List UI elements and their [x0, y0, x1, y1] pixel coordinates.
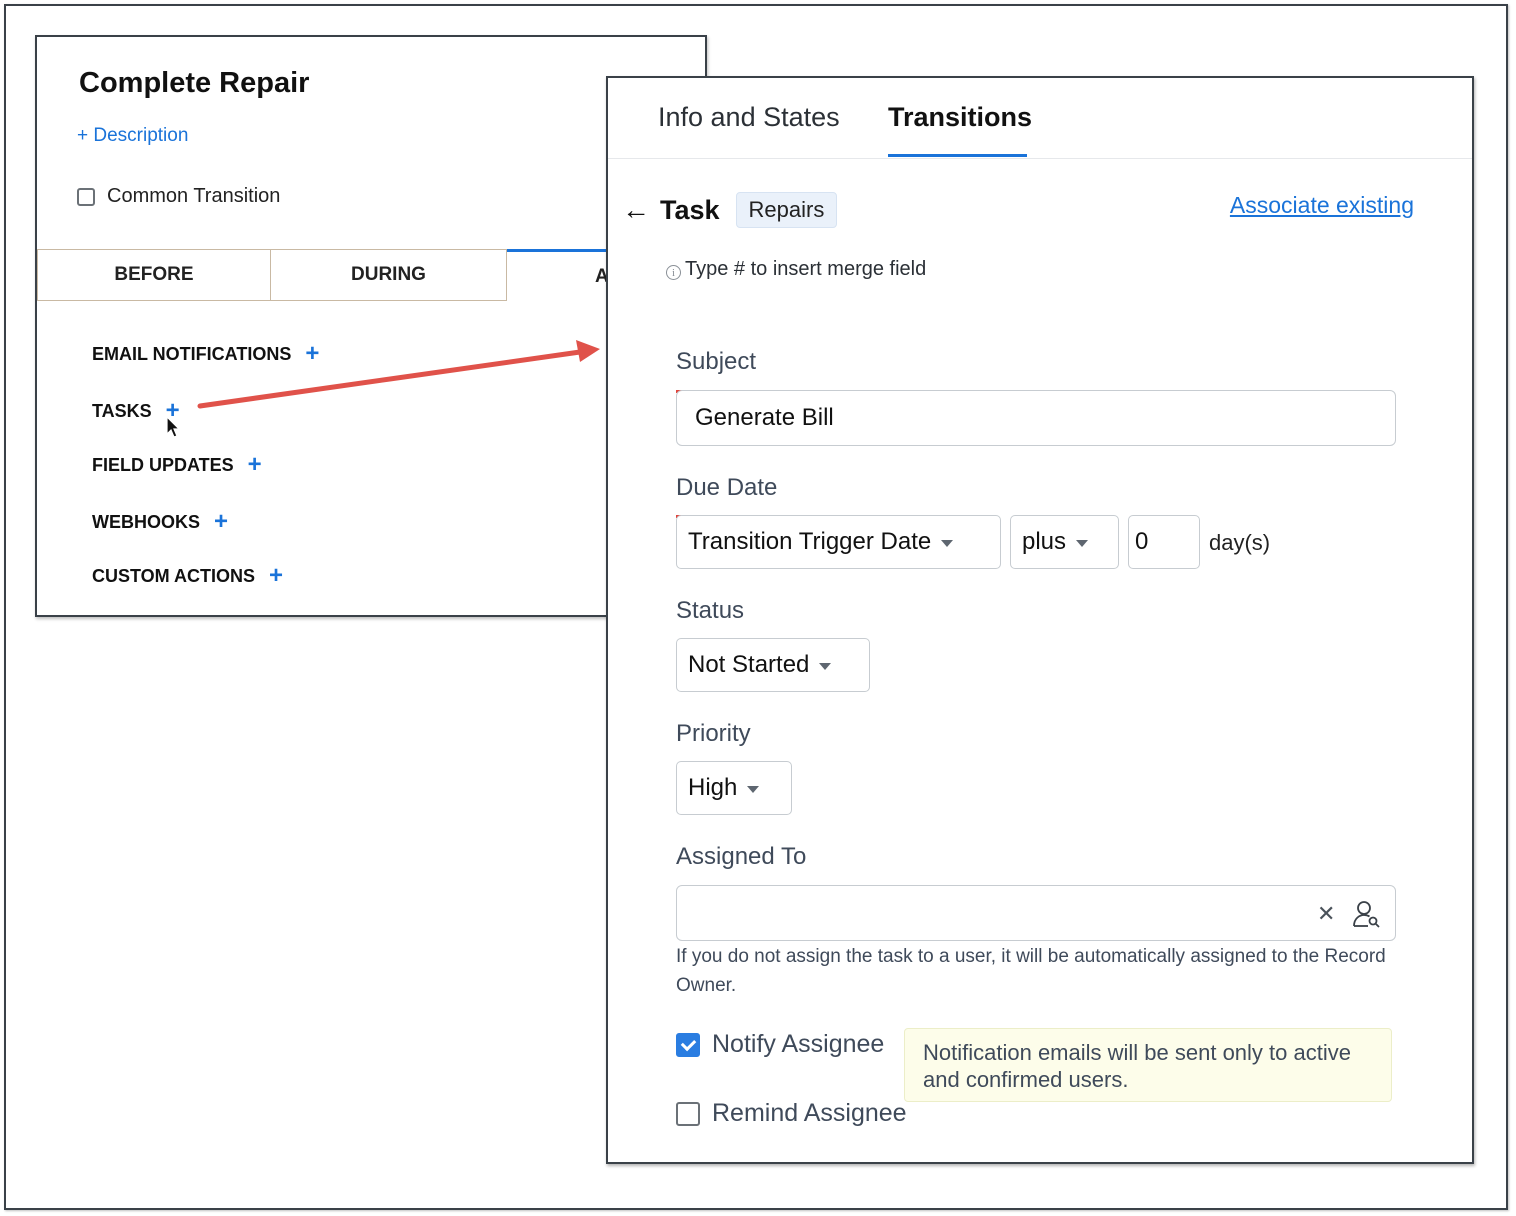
- assigned-to-input[interactable]: [676, 885, 1396, 941]
- section-label: CUSTOM ACTIONS: [92, 565, 256, 586]
- common-transition-row[interactable]: Common Transition: [77, 185, 280, 208]
- remind-assignee-checkbox[interactable]: [676, 1101, 700, 1126]
- section-label: FIELD UPDATES: [92, 454, 234, 475]
- task-header: ← Task Repairs: [622, 192, 838, 228]
- priority-select[interactable]: High: [676, 761, 792, 815]
- module-badge: Repairs: [735, 192, 838, 228]
- remind-assignee-label: Remind Assignee: [712, 1099, 907, 1127]
- tab-info-and-states[interactable]: Info and States: [658, 102, 840, 133]
- remind-assignee-row[interactable]: Remind Assignee: [676, 1099, 907, 1128]
- plus-icon[interactable]: +: [248, 453, 262, 477]
- transition-title: Complete Repair: [79, 67, 310, 99]
- common-transition-checkbox[interactable]: [77, 187, 95, 206]
- due-date-operator-select[interactable]: plus: [1010, 515, 1119, 569]
- subject-input[interactable]: Generate Bill: [676, 390, 1396, 446]
- caret-down-icon: [1076, 539, 1089, 547]
- section-custom-actions: CUSTOM ACTIONS +: [92, 564, 283, 588]
- caret-down-icon: [819, 662, 832, 670]
- due-date-unit: day(s): [1209, 530, 1271, 555]
- due-date-base-select[interactable]: Transition Trigger Date: [676, 515, 1001, 569]
- merge-hint-text: Type # to insert merge field: [685, 258, 927, 280]
- info-icon: i: [666, 265, 681, 280]
- panel-tabs: Info and States Transitions: [608, 78, 1472, 159]
- tab-transitions[interactable]: Transitions: [888, 102, 1032, 133]
- notify-assignee-row[interactable]: Notify Assignee: [676, 1030, 884, 1059]
- section-label: WEBHOOKS: [92, 511, 200, 532]
- tab-during[interactable]: DURING: [270, 249, 507, 301]
- clear-icon[interactable]: ✕: [1317, 901, 1335, 927]
- associate-existing-link[interactable]: Associate existing: [1230, 192, 1414, 219]
- caret-down-icon: [941, 539, 954, 547]
- active-tab-indicator: [888, 154, 1027, 157]
- merge-field-hint: i Type # to insert merge field: [666, 258, 926, 281]
- tab-before[interactable]: BEFORE: [37, 249, 271, 301]
- add-description-link[interactable]: + Description: [77, 125, 188, 147]
- notify-assignee-checkbox[interactable]: [676, 1032, 700, 1057]
- task-panel: Info and States Transitions ← Task Repai…: [606, 76, 1474, 1164]
- due-date-offset-input[interactable]: 0: [1128, 515, 1200, 569]
- user-search-icon[interactable]: [1352, 899, 1382, 929]
- section-label: EMAIL NOTIFICATIONS: [92, 343, 292, 364]
- section-email-notifications: EMAIL NOTIFICATIONS +: [92, 342, 319, 366]
- mouse-cursor-icon: [166, 416, 181, 438]
- assigned-to-label: Assigned To: [676, 843, 807, 870]
- section-webhooks: WEBHOOKS +: [92, 510, 228, 534]
- common-transition-label: Common Transition: [107, 185, 281, 207]
- due-date-label: Due Date: [676, 474, 778, 501]
- due-date-base-value: Transition Trigger Date: [688, 528, 932, 555]
- caret-down-icon: [747, 785, 760, 793]
- status-value: Not Started: [688, 651, 810, 678]
- task-title: Task: [660, 194, 720, 225]
- subject-label: Subject: [676, 348, 757, 375]
- plus-icon[interactable]: +: [269, 564, 283, 588]
- priority-label: Priority: [676, 720, 751, 747]
- section-label: TASKS: [92, 400, 152, 421]
- section-field-updates: FIELD UPDATES +: [92, 453, 262, 477]
- notify-tooltip: Notification emails will be sent only to…: [904, 1028, 1392, 1102]
- priority-value: High: [688, 774, 738, 801]
- notify-assignee-label: Notify Assignee: [712, 1030, 885, 1058]
- status-label: Status: [676, 597, 745, 624]
- plus-icon[interactable]: +: [305, 342, 319, 366]
- plus-icon[interactable]: +: [214, 510, 228, 534]
- assigned-to-helper: If you do not assign the task to a user,…: [676, 946, 1386, 996]
- status-select[interactable]: Not Started: [676, 638, 870, 692]
- back-arrow-icon[interactable]: ←: [622, 196, 650, 224]
- check-icon: [680, 1035, 696, 1051]
- due-date-operator-value: plus: [1022, 528, 1067, 555]
